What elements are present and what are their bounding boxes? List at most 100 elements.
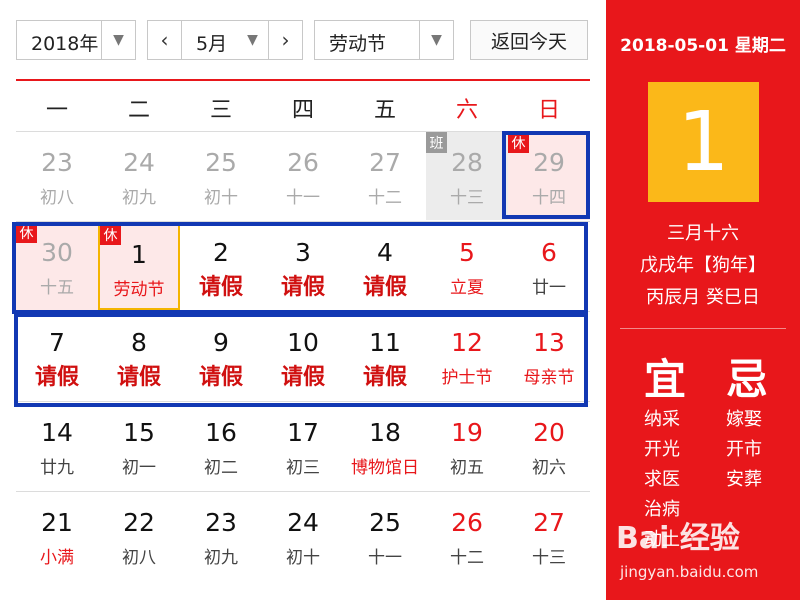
- month-select[interactable]: ‹ 5月 ▼ ›: [147, 20, 303, 60]
- ji-heading: 忌: [726, 355, 769, 404]
- lunar-label: 初十: [204, 188, 238, 208]
- day-number: 28: [451, 148, 483, 177]
- panel-divider: [620, 328, 786, 329]
- day-cell[interactable]: 14 廿九: [16, 402, 98, 490]
- lunar-label: 十二: [368, 188, 402, 208]
- day-cell[interactable]: 23 初九: [180, 492, 262, 580]
- day-number: 26: [451, 508, 483, 537]
- day-number: 27: [369, 148, 401, 177]
- day-number: 20: [533, 418, 565, 447]
- lunar-label: 初八: [122, 548, 156, 568]
- chevron-down-icon[interactable]: ▼: [236, 21, 269, 59]
- back-to-today-button[interactable]: 返回今天: [470, 20, 588, 60]
- day-cell[interactable]: 21 小满: [16, 492, 98, 580]
- day-number: 24: [123, 148, 155, 177]
- lunar-date: 三月十六: [667, 223, 739, 244]
- day-number: 23: [41, 148, 73, 177]
- yi-item: 开光: [644, 439, 680, 460]
- lunar-label: 初六: [532, 458, 566, 478]
- day-cell[interactable]: 23 初八: [16, 132, 98, 220]
- weekday-label: 日: [537, 98, 560, 123]
- day-number: 17: [287, 418, 319, 447]
- day-number: 23: [205, 508, 237, 537]
- day-number: 18: [369, 418, 401, 447]
- highlight-box-week2: [12, 222, 588, 314]
- holiday-select-value: 劳动节: [329, 33, 387, 55]
- day-cell[interactable]: 班 28 十三: [426, 132, 508, 220]
- weekday-label: 六: [455, 98, 478, 123]
- day-number: 22: [123, 508, 155, 537]
- weekday-label: 五: [373, 98, 396, 123]
- day-cell[interactable]: 26 十二: [426, 492, 508, 580]
- lunar-label: 十一: [286, 188, 320, 208]
- lunar-label: 初三: [286, 458, 320, 478]
- ganzhi-year: 戊戌年【狗年】: [640, 255, 766, 276]
- day-cell[interactable]: 18 博物馆日: [344, 402, 426, 490]
- ji-item: 安葬: [726, 469, 762, 490]
- weekday-label: 二: [127, 98, 150, 123]
- day-number: 19: [451, 418, 483, 447]
- day-number: 25: [205, 148, 237, 177]
- weekday-label: 一: [45, 98, 68, 123]
- day-cell[interactable]: 27 十二: [344, 132, 426, 220]
- yi-item: 纳采: [644, 409, 680, 430]
- weekday-label: 三: [209, 98, 232, 123]
- year-select-value: 2018年: [31, 33, 99, 55]
- lunar-label: 初十: [286, 548, 320, 568]
- lunar-label: 初五: [450, 458, 484, 478]
- ji-item: 开市: [726, 439, 762, 460]
- lunar-label: 十二: [450, 548, 484, 568]
- holiday-select[interactable]: 劳动节 ▼: [314, 20, 454, 60]
- watermark-url: jingyan.baidu.com: [620, 563, 759, 581]
- chevron-down-icon[interactable]: ▼: [419, 21, 453, 59]
- day-cell[interactable]: 22 初八: [98, 492, 180, 580]
- lunar-label: 小满: [40, 548, 74, 568]
- day-number: 21: [41, 508, 73, 537]
- lunar-label: 初八: [40, 188, 74, 208]
- lunar-label: 初九: [122, 188, 156, 208]
- day-cell[interactable]: 25 十一: [344, 492, 426, 580]
- day-number: 14: [41, 418, 73, 447]
- day-cell[interactable]: 15 初一: [98, 402, 180, 490]
- header-divider: [16, 79, 590, 81]
- detail-panel: 2018-05-01 星期二 1 三月十六 戊戌年【狗年】 丙辰月 癸巳日 宜 …: [606, 0, 800, 600]
- day-number: 27: [533, 508, 565, 537]
- day-cell[interactable]: 27 十三: [508, 492, 590, 580]
- ji-item: 嫁娶: [726, 409, 762, 430]
- lunar-label: 廿九: [40, 458, 74, 478]
- day-number: 26: [287, 148, 319, 177]
- day-number: 24: [287, 508, 319, 537]
- day-cell[interactable]: 24 初十: [262, 492, 344, 580]
- year-select[interactable]: 2018年 ▼: [16, 20, 136, 60]
- lunar-label: 十三: [450, 188, 484, 208]
- calendar-panel: 2018年 ▼ ‹ 5月 ▼ › 劳动节 ▼ 返回今天 一 二 三 四 五 六 日 23 初八…: [0, 0, 606, 600]
- baidu-watermark: Bai 经验: [616, 521, 740, 556]
- day-number: 25: [369, 508, 401, 537]
- day-cell[interactable]: 16 初二: [180, 402, 262, 490]
- lunar-label: 十三: [532, 548, 566, 568]
- ganzhi-month-day: 丙辰月 癸巳日: [646, 287, 760, 308]
- day-cell[interactable]: 25 初十: [180, 132, 262, 220]
- month-select-value: 5月: [196, 33, 228, 55]
- lunar-label: 初一: [122, 458, 156, 478]
- highlight-box-week1: [502, 131, 590, 219]
- day-number: 16: [205, 418, 237, 447]
- chevron-down-icon[interactable]: ▼: [101, 21, 135, 59]
- lunar-label: 博物馆日: [351, 458, 419, 478]
- day-cell[interactable]: 19 初五: [426, 402, 508, 490]
- day-cell[interactable]: 26 十一: [262, 132, 344, 220]
- selected-date: 2018-05-01 星期二: [620, 36, 786, 56]
- weekday-label: 四: [291, 98, 314, 123]
- lunar-label: 初九: [204, 548, 238, 568]
- day-cell[interactable]: 24 初九: [98, 132, 180, 220]
- day-cell[interactable]: 17 初三: [262, 402, 344, 490]
- yi-item: 求医: [644, 469, 680, 490]
- highlight-box-week3: [14, 313, 588, 407]
- day-number: 15: [123, 418, 155, 447]
- lunar-label: 初二: [204, 458, 238, 478]
- big-day-number: 1: [648, 82, 759, 202]
- prev-month-button[interactable]: ‹: [148, 21, 182, 59]
- day-cell[interactable]: 20 初六: [508, 402, 590, 490]
- lunar-label: 十一: [368, 548, 402, 568]
- next-month-button[interactable]: ›: [268, 21, 302, 59]
